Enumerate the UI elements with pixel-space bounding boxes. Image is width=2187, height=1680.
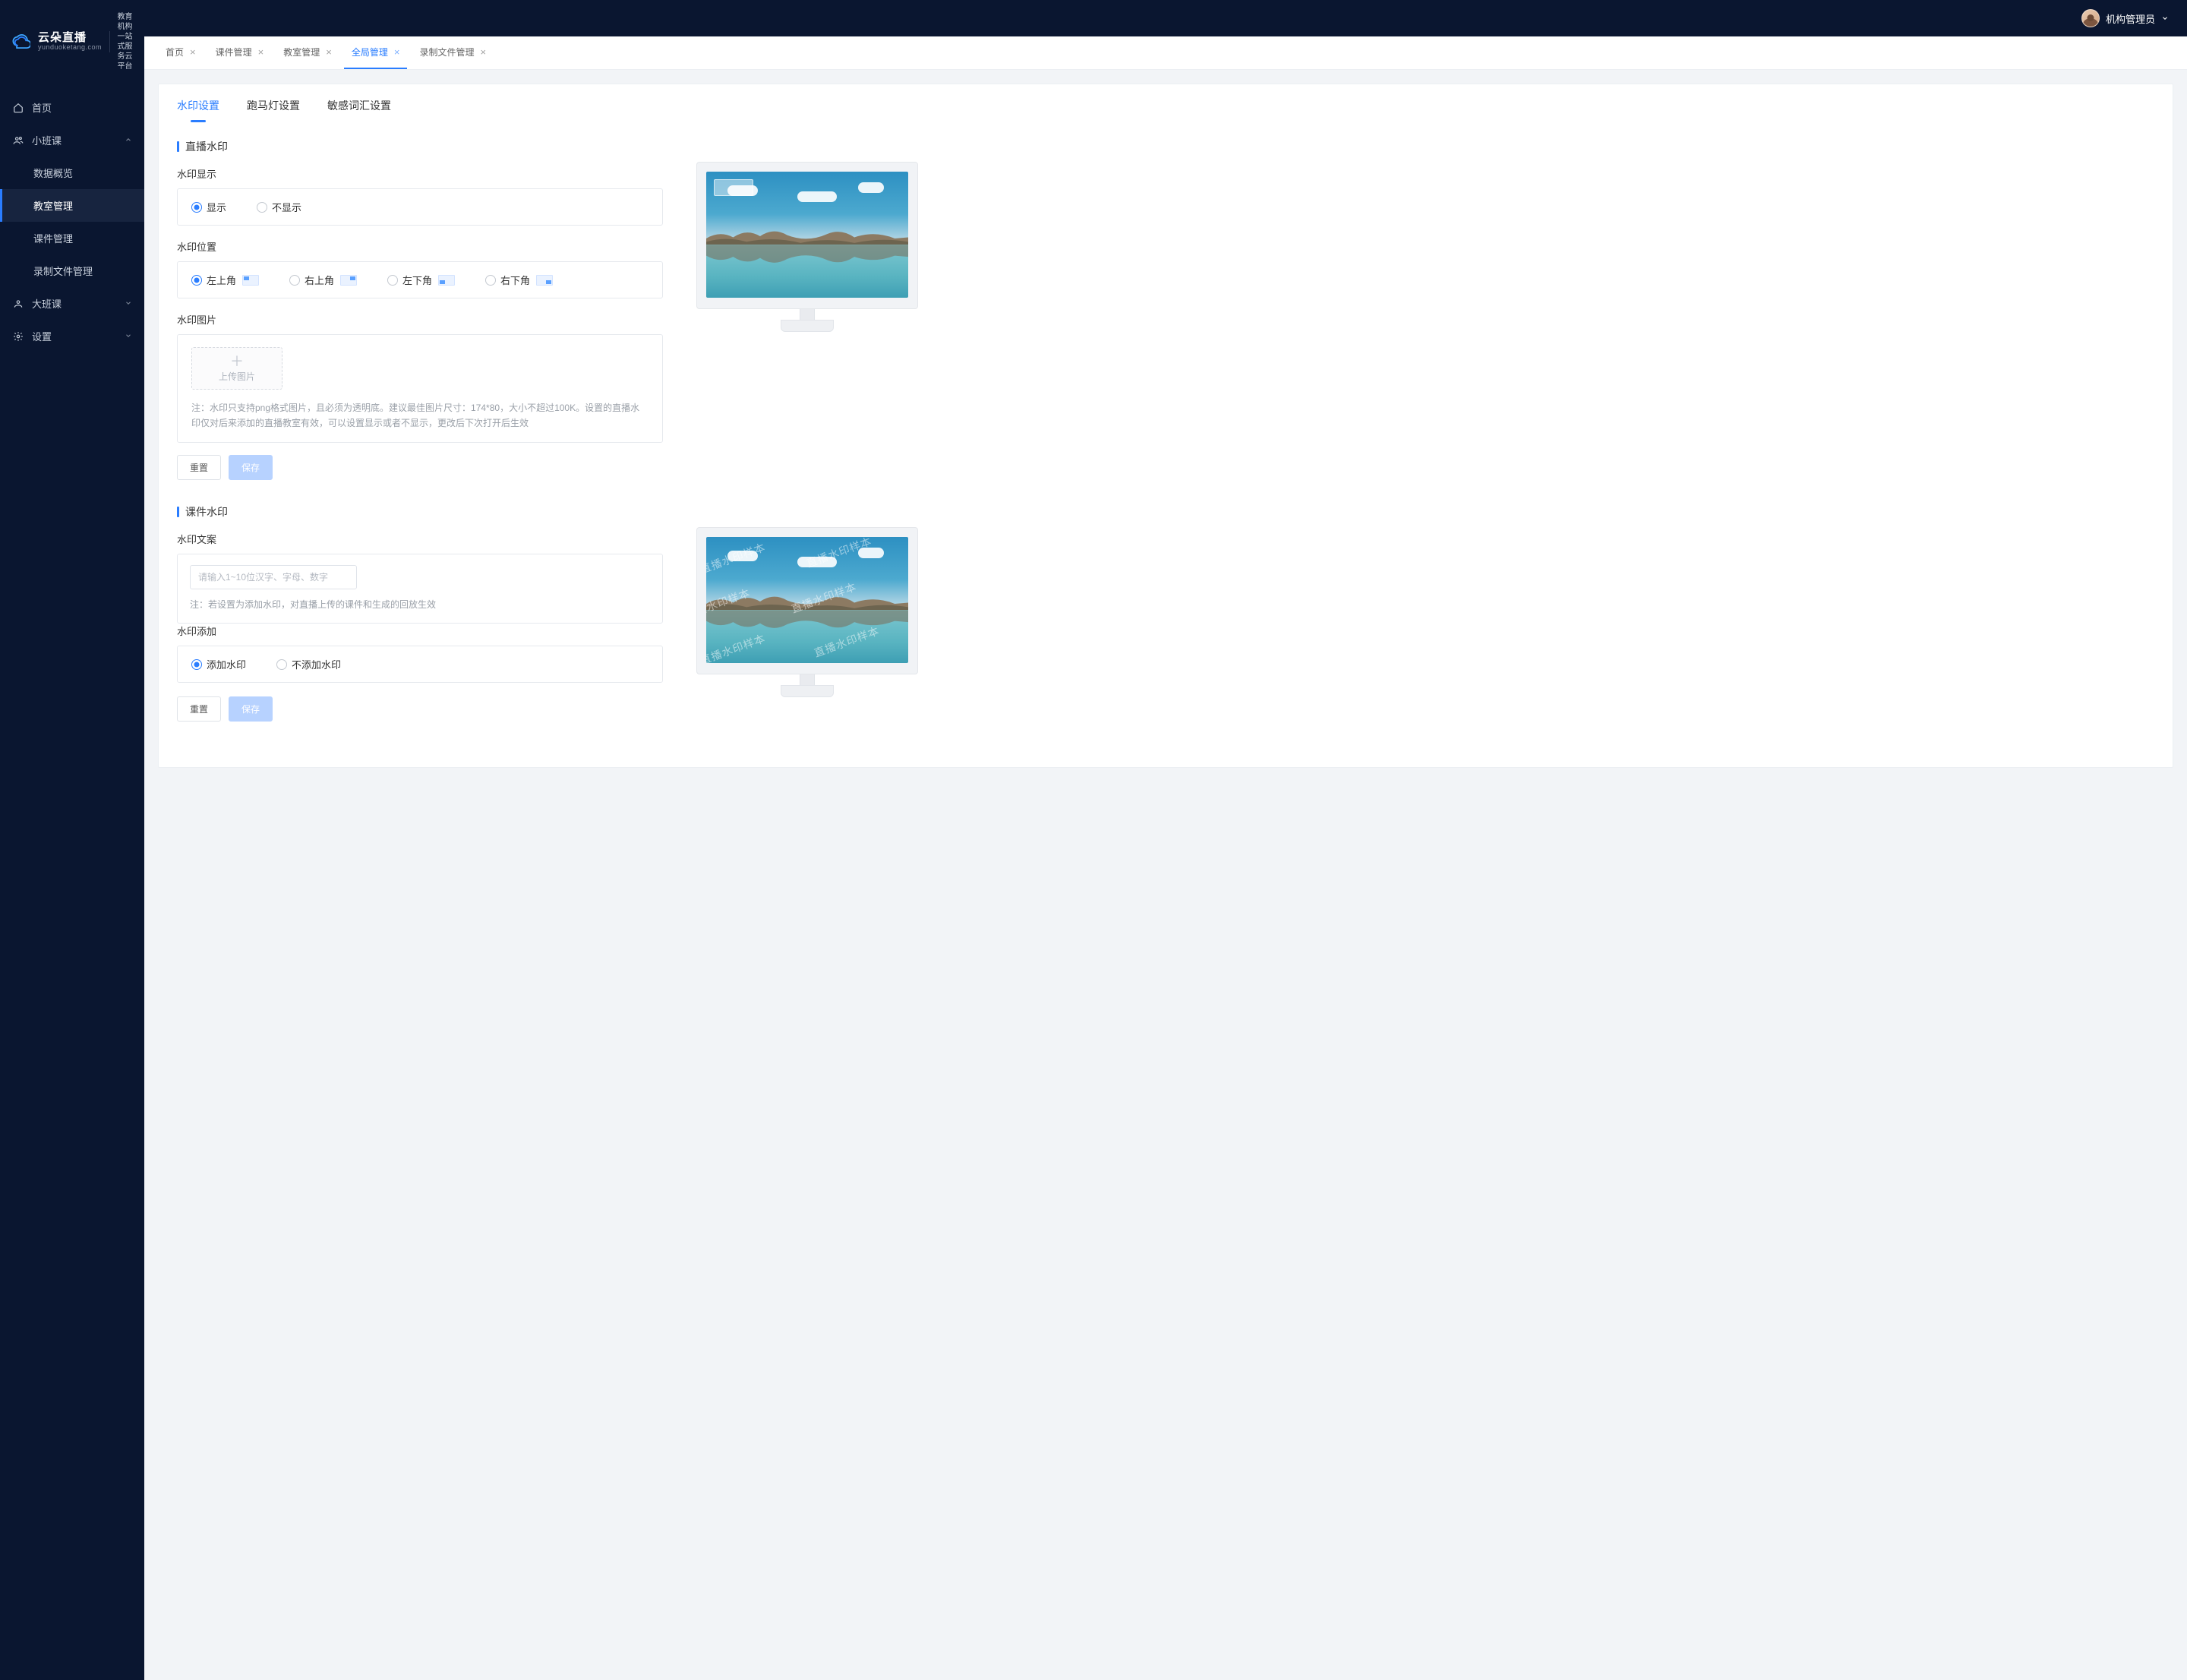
nav-recording-mgmt[interactable]: 录制文件管理 — [0, 254, 144, 287]
nav-label: 数据概览 — [33, 166, 73, 180]
watermark-badge-preview — [714, 179, 753, 196]
radio-icon — [191, 659, 202, 670]
radio-pos-tl[interactable]: 左上角 — [191, 273, 259, 287]
corner-preview-icon — [242, 275, 259, 286]
radio-icon — [191, 275, 202, 286]
ptab-marquee[interactable]: 跑马灯设置 — [247, 98, 300, 122]
preview-monitor-course: 直播水印样本 直播水印样本 直播水印样本 直播水印样本 直播水印样本 直播水印样… — [696, 527, 918, 697]
nav-sub-small-class: 数据概览 教室管理 课件管理 录制文件管理 — [0, 156, 144, 287]
upload-label: 上传图片 — [219, 370, 255, 383]
upload-hint: 注：水印只支持png格式图片，且必须为透明底。建议最佳图片尺寸：174*80，大… — [191, 400, 649, 431]
close-icon[interactable]: × — [190, 46, 196, 58]
close-icon[interactable]: × — [480, 46, 486, 58]
page-tabs: 水印设置 跑马灯设置 敏感词汇设置 — [177, 98, 2154, 122]
nav-label: 大班课 — [32, 296, 62, 311]
plus-icon: ＋ — [230, 355, 244, 368]
chevron-down-icon — [125, 298, 132, 309]
users-group-icon — [12, 298, 24, 310]
save-button[interactable]: 保存 — [229, 696, 273, 722]
tab-courseware[interactable]: 课件管理× — [208, 36, 272, 69]
nav-label: 设置 — [32, 329, 52, 343]
brand-name: 云朵直播 — [38, 32, 102, 45]
nav-settings[interactable]: 设置 — [0, 320, 144, 352]
corner-preview-icon — [340, 275, 357, 286]
nav-label: 录制文件管理 — [33, 264, 93, 278]
nav-label: 课件管理 — [33, 231, 73, 245]
brand-domain: yunduoketang.com — [38, 44, 102, 52]
tab-classroom[interactable]: 教室管理× — [276, 36, 339, 69]
upload-dropzone[interactable]: ＋ 上传图片 — [191, 347, 282, 390]
radio-add-yes[interactable]: 添加水印 — [191, 657, 246, 671]
radio-icon — [289, 275, 300, 286]
label-wm-add: 水印添加 — [177, 624, 663, 638]
nav: 首页 小班课 数据概览 教室管理 课件管理 录制文件管理 — [0, 91, 144, 352]
wm-display-options: 显示 不显示 — [177, 188, 663, 226]
radio-icon — [276, 659, 287, 670]
chevron-down-icon — [2161, 13, 2169, 24]
logo: 云朵直播 yunduoketang.com 教育机构一站式服务云平台 — [0, 0, 144, 87]
preview-monitor-live — [696, 162, 918, 332]
nav-label: 教室管理 — [33, 198, 73, 213]
wm-image-upload-box: ＋ 上传图片 注：水印只支持png格式图片，且必须为透明底。建议最佳图片尺寸：1… — [177, 334, 663, 443]
chevron-down-icon — [125, 330, 132, 342]
user-menu[interactable]: 机构管理员 — [2081, 9, 2169, 27]
wm-text-input[interactable] — [190, 565, 357, 589]
close-icon[interactable]: × — [326, 46, 332, 58]
nav-big-class[interactable]: 大班课 — [0, 287, 144, 320]
nav-classroom-mgmt[interactable]: 教室管理 — [0, 189, 144, 222]
save-button[interactable]: 保存 — [229, 455, 273, 480]
cloud-logo-icon — [11, 32, 30, 52]
radio-icon — [387, 275, 398, 286]
wm-text-hint: 注：若设置为添加水印，对直播上传的课件和生成的回放生效 — [190, 597, 650, 612]
tab-recording[interactable]: 录制文件管理× — [412, 36, 494, 69]
section-live-watermark: 直播水印 — [177, 139, 663, 154]
chevron-up-icon — [125, 134, 132, 146]
user-name: 机构管理员 — [2106, 11, 2155, 26]
wm-position-options: 左上角 右上角 左下角 右下角 — [177, 261, 663, 298]
radio-display-hide[interactable]: 不显示 — [257, 200, 301, 214]
nav-label: 小班课 — [32, 133, 62, 147]
breadcrumb-tabs: 首页× 课件管理× 教室管理× 全局管理× 录制文件管理× — [144, 36, 2187, 70]
ptab-sensitive[interactable]: 敏感词汇设置 — [327, 98, 391, 122]
topbar: 机构管理员 — [144, 0, 2187, 36]
close-icon[interactable]: × — [258, 46, 264, 58]
nav-courseware-mgmt[interactable]: 课件管理 — [0, 222, 144, 254]
brand-tagline: 教育机构一站式服务云平台 — [117, 12, 135, 71]
radio-icon — [485, 275, 496, 286]
wm-text-box: 注：若设置为添加水印，对直播上传的课件和生成的回放生效 — [177, 554, 663, 624]
reset-button[interactable]: 重置 — [177, 696, 221, 722]
radio-pos-br[interactable]: 右下角 — [485, 273, 553, 287]
nav-label: 首页 — [32, 100, 52, 115]
corner-preview-icon — [536, 275, 553, 286]
radio-display-show[interactable]: 显示 — [191, 200, 226, 214]
wm-add-options: 添加水印 不添加水印 — [177, 646, 663, 683]
tab-home[interactable]: 首页× — [158, 36, 204, 69]
home-icon — [12, 102, 24, 114]
ptab-watermark[interactable]: 水印设置 — [177, 98, 219, 122]
gear-icon — [12, 330, 24, 343]
label-wm-image: 水印图片 — [177, 312, 663, 327]
nav-home[interactable]: 首页 — [0, 91, 144, 124]
label-wm-display: 水印显示 — [177, 166, 663, 181]
radio-pos-bl[interactable]: 左下角 — [387, 273, 455, 287]
sidebar: 云朵直播 yunduoketang.com 教育机构一站式服务云平台 首页 小班… — [0, 0, 144, 1680]
label-wm-position: 水印位置 — [177, 239, 663, 254]
label-wm-text: 水印文案 — [177, 532, 663, 546]
tab-global[interactable]: 全局管理× — [344, 36, 408, 69]
users-icon — [12, 134, 24, 147]
corner-preview-icon — [438, 275, 455, 286]
avatar — [2081, 9, 2100, 27]
reset-button[interactable]: 重置 — [177, 455, 221, 480]
radio-icon — [257, 202, 267, 213]
nav-data-overview[interactable]: 数据概览 — [0, 156, 144, 189]
radio-pos-tr[interactable]: 右上角 — [289, 273, 357, 287]
nav-small-class[interactable]: 小班课 — [0, 124, 144, 156]
section-course-watermark: 课件水印 — [177, 504, 663, 519]
radio-icon — [191, 202, 202, 213]
radio-add-no[interactable]: 不添加水印 — [276, 657, 341, 671]
close-icon[interactable]: × — [394, 46, 400, 58]
